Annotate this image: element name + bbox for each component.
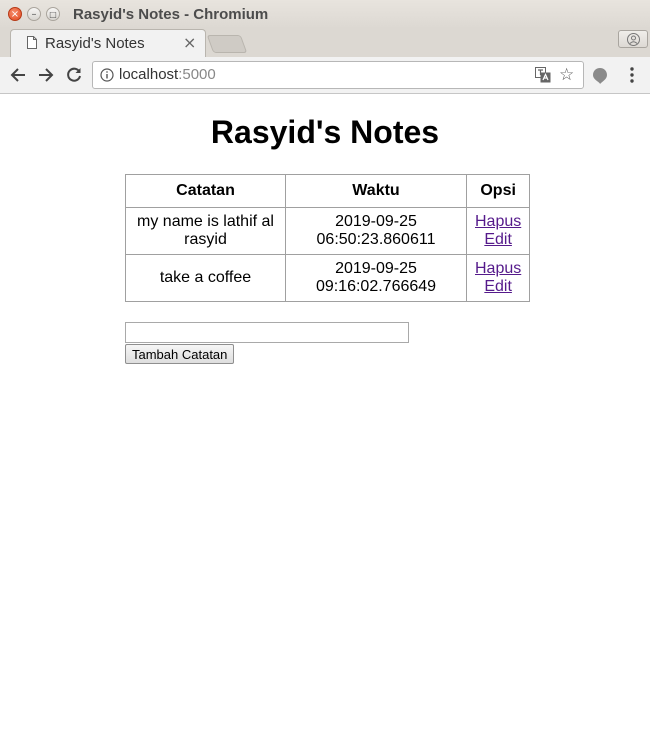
forward-arrow-icon[interactable] bbox=[37, 66, 55, 84]
info-icon[interactable] bbox=[100, 68, 114, 82]
note-time: 2019-09-25 06:50:23.860611 bbox=[285, 207, 467, 255]
url-port: :5000 bbox=[178, 66, 216, 83]
translate-icon[interactable] bbox=[535, 67, 551, 83]
add-note-button[interactable]: Tambah Catatan bbox=[125, 344, 235, 364]
edit-link[interactable]: Edit bbox=[475, 231, 521, 249]
tab-label: Rasyid's Notes bbox=[45, 35, 145, 52]
close-icon: × bbox=[10, 9, 20, 20]
page-title: Rasyid's Notes bbox=[210, 114, 440, 150]
note-text: take a coffee bbox=[125, 254, 286, 302]
window-title: Rasyid's Notes - Chromium bbox=[73, 6, 269, 23]
tab-strip: Rasyid's Notes × bbox=[0, 29, 650, 57]
notes-table: Catatan Waktu Opsi my name is lathif al … bbox=[125, 174, 531, 302]
reload-icon[interactable] bbox=[65, 66, 83, 84]
menu-icon[interactable] bbox=[630, 67, 634, 83]
profile-button[interactable] bbox=[618, 30, 648, 48]
maximize-icon: □ bbox=[49, 10, 57, 19]
hapus-link[interactable]: Hapus bbox=[475, 260, 521, 278]
window-minimize-button[interactable]: – bbox=[27, 7, 41, 21]
window-maximize-button[interactable]: □ bbox=[46, 7, 60, 21]
table-row: my name is lathif al rasyid 2019-09-25 0… bbox=[125, 207, 531, 255]
table-row: take a coffee 2019-09-25 09:16:02.766649… bbox=[125, 254, 531, 302]
header-opsi: Opsi bbox=[465, 174, 531, 208]
note-options: Hapus Edit bbox=[465, 254, 531, 302]
tab-rasyids-notes[interactable]: Rasyid's Notes × bbox=[10, 29, 206, 57]
note-time: 2019-09-25 09:16:02.766649 bbox=[285, 254, 467, 302]
back-arrow-icon[interactable] bbox=[9, 66, 27, 84]
table-header-row: Catatan Waktu Opsi bbox=[125, 174, 531, 208]
page-icon bbox=[27, 36, 37, 49]
window-titlebar: × – □ Rasyid's Notes - Chromium bbox=[0, 0, 650, 29]
new-tab-button[interactable] bbox=[206, 35, 248, 53]
address-bar[interactable]: localhost:5000 ☆ bbox=[92, 61, 584, 89]
tab-close-icon[interactable]: × bbox=[183, 33, 196, 52]
url-text: localhost:5000 bbox=[119, 66, 216, 83]
hapus-link[interactable]: Hapus bbox=[475, 213, 521, 231]
url-host: localhost bbox=[119, 66, 179, 83]
profile-icon bbox=[627, 33, 640, 46]
header-catatan: Catatan bbox=[125, 174, 286, 208]
window-close-button[interactable]: × bbox=[8, 7, 22, 21]
note-text: my name is lathif al rasyid bbox=[125, 207, 286, 255]
header-waktu: Waktu bbox=[285, 174, 467, 208]
minimize-icon: – bbox=[31, 9, 37, 20]
edit-link[interactable]: Edit bbox=[475, 278, 521, 296]
note-input[interactable] bbox=[125, 322, 409, 343]
extension-icon[interactable] bbox=[592, 67, 608, 85]
note-options: Hapus Edit bbox=[465, 207, 531, 255]
star-icon[interactable]: ☆ bbox=[559, 65, 574, 85]
browser-toolbar: localhost:5000 ☆ bbox=[0, 57, 650, 94]
